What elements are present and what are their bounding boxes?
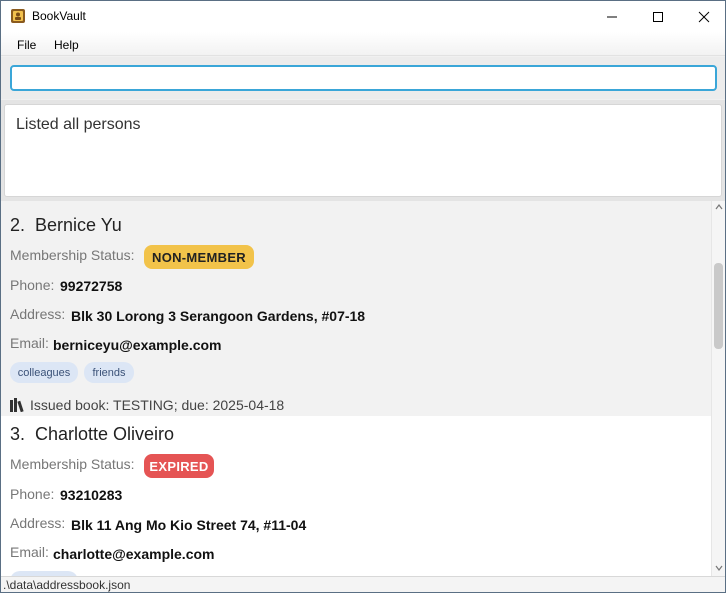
phone-value: 99272758 — [60, 278, 123, 294]
command-input[interactable] — [10, 65, 717, 91]
window-title: BookVault — [32, 9, 86, 23]
scroll-up-arrow-icon[interactable] — [715, 204, 723, 210]
result-display-area: Listed all persons — [1, 100, 725, 201]
scroll-thumb[interactable] — [714, 263, 723, 349]
maximize-icon — [653, 11, 663, 22]
app-icon — [11, 9, 25, 23]
email-label: Email: — [10, 544, 49, 560]
maximize-button[interactable] — [635, 1, 681, 32]
issued-book-row: Issued book: TESTING; due: 2025-04-18 — [10, 397, 284, 413]
result-display[interactable]: Listed all persons — [4, 104, 722, 197]
phone-value: 93210283 — [60, 487, 123, 503]
membership-label: Membership Status: — [10, 456, 135, 472]
person-card[interactable]: 2. Bernice Yu Membership Status: NON-MEM… — [1, 201, 711, 416]
person-list[interactable]: 2. Bernice Yu Membership Status: NON-MEM… — [1, 201, 711, 576]
phone-label: Phone: — [10, 486, 55, 502]
result-message: Listed all persons — [16, 116, 141, 133]
books-icon — [10, 398, 24, 412]
data-file-path: .\data\addressbook.json — [3, 578, 131, 592]
email-label: Email: — [10, 335, 49, 351]
person-name: Bernice Yu — [35, 215, 122, 235]
membership-label: Membership Status: — [10, 247, 135, 263]
close-button[interactable] — [681, 1, 725, 32]
membership-badge: EXPIRED — [144, 454, 214, 478]
issued-book-text: Issued book: TESTING; due: 2025-04-18 — [30, 397, 285, 413]
address-label: Address: — [10, 515, 66, 531]
membership-badge: NON-MEMBER — [144, 245, 254, 269]
minimize-button[interactable] — [589, 1, 635, 32]
email-value: berniceyu@example.com — [53, 337, 222, 353]
minimize-icon — [607, 16, 617, 17]
command-box-area — [1, 57, 725, 99]
address-value: Blk 30 Lorong 3 Serangoon Gardens, #07-1… — [71, 308, 366, 324]
phone-label: Phone: — [10, 277, 55, 293]
app-window: BookVault File Help Listed all persons 2… — [0, 0, 726, 593]
person-index: 2. — [10, 215, 26, 235]
email-value: charlotte@example.com — [53, 546, 215, 562]
tag-chip: friends — [84, 362, 134, 383]
address-label: Address: — [10, 306, 66, 322]
status-bar: .\data\addressbook.json — [1, 576, 725, 592]
title-bar[interactable]: BookVault — [1, 1, 725, 32]
scroll-down-arrow-icon[interactable] — [715, 565, 723, 571]
menu-bar: File Help — [1, 32, 725, 56]
close-icon — [698, 11, 710, 22]
address-value: Blk 11 Ang Mo Kio Street 74, #11-04 — [71, 517, 307, 533]
person-card[interactable]: 3. Charlotte Oliveiro Membership Status:… — [1, 416, 711, 576]
tag-chip: colleagues — [10, 362, 78, 383]
list-scrollbar[interactable] — [711, 201, 725, 576]
person-name: Charlotte Oliveiro — [35, 424, 175, 444]
menu-file[interactable]: File — [17, 38, 36, 52]
person-index: 3. — [10, 424, 26, 444]
menu-help[interactable]: Help — [54, 38, 79, 52]
